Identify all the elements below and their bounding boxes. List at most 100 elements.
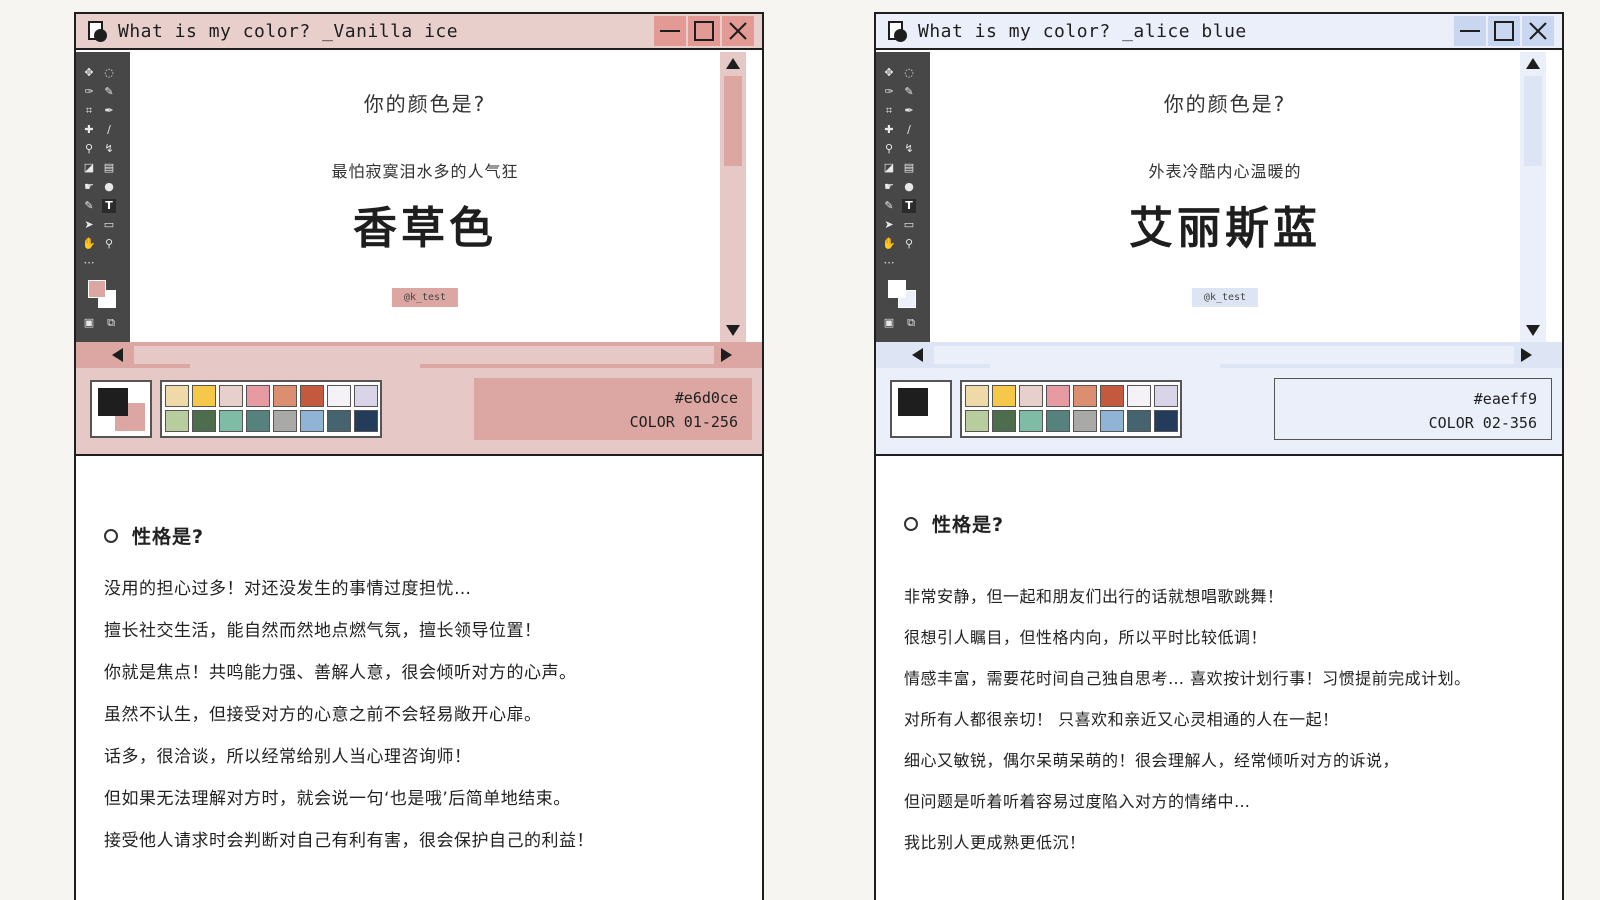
eyedropper-icon[interactable]: ✒ [102, 104, 116, 118]
palette-swatch[interactable] [1127, 385, 1151, 407]
palette-swatch[interactable] [192, 385, 216, 407]
history-brush-icon[interactable]: ↯ [102, 142, 116, 156]
gradient-icon[interactable]: ▤ [902, 161, 916, 175]
close-button[interactable] [722, 16, 754, 46]
pen-icon[interactable]: ✎ [82, 199, 96, 213]
palette-swatch[interactable] [1100, 410, 1124, 432]
palette-swatch[interactable] [165, 410, 189, 432]
maximize-button[interactable] [1488, 16, 1520, 46]
palette-swatch[interactable] [992, 385, 1016, 407]
minimize-button[interactable] [1454, 16, 1486, 46]
palette-swatch[interactable] [165, 385, 189, 407]
foreground-color-chip[interactable] [888, 280, 906, 298]
foreground-background-swatch[interactable] [90, 380, 152, 438]
scroll-left-arrow-icon[interactable] [912, 348, 923, 362]
title-bar[interactable]: What is my color? _alice blue [876, 14, 1562, 50]
zoom-icon[interactable]: ⚲ [902, 237, 916, 251]
palette-swatch[interactable] [273, 385, 297, 407]
foreground-color-chip[interactable] [88, 280, 106, 298]
palette-swatch[interactable] [246, 385, 270, 407]
dodge-icon[interactable]: ● [902, 180, 916, 194]
magic-wand-icon[interactable]: ✎ [102, 85, 116, 99]
scroll-down-arrow-icon[interactable] [726, 325, 740, 336]
palette-swatch[interactable] [354, 410, 378, 432]
gradient-icon[interactable]: ▤ [102, 161, 116, 175]
foreground-color-swatch[interactable] [98, 388, 128, 416]
move-icon[interactable]: ✥ [82, 66, 96, 80]
screen-mode-icon[interactable]: ⧉ [104, 316, 118, 330]
vertical-scrollbar[interactable] [720, 52, 746, 342]
palette-swatch[interactable] [246, 410, 270, 432]
palette-swatch[interactable] [219, 385, 243, 407]
title-bar[interactable]: What is my color? _Vanilla ice [76, 14, 762, 50]
horizontal-scroll-track[interactable] [934, 346, 1514, 368]
foreground-background-swatch[interactable] [890, 380, 952, 438]
rectangle-icon[interactable]: ▭ [102, 218, 116, 232]
history-brush-icon[interactable]: ↯ [902, 142, 916, 156]
path-select-icon[interactable]: ➤ [882, 218, 896, 232]
palette-swatch[interactable] [1073, 410, 1097, 432]
move-icon[interactable]: ✥ [882, 66, 896, 80]
minimize-button[interactable] [654, 16, 686, 46]
foreground-color-swatch[interactable] [898, 388, 928, 416]
eraser-icon[interactable]: ◪ [882, 161, 896, 175]
horizontal-scroll-thumb[interactable] [190, 348, 420, 368]
lasso-icon[interactable]: ◌ [102, 66, 116, 80]
vertical-scroll-thumb[interactable] [1524, 76, 1542, 166]
palette-swatch[interactable] [1046, 385, 1070, 407]
scroll-up-arrow-icon[interactable] [1526, 58, 1540, 69]
scroll-down-arrow-icon[interactable] [1526, 325, 1540, 336]
horizontal-scroll-track[interactable] [134, 346, 714, 368]
scroll-left-arrow-icon[interactable] [112, 348, 123, 362]
healing-icon[interactable]: ✚ [82, 123, 96, 137]
palette-swatch[interactable] [354, 385, 378, 407]
palette-swatch[interactable] [300, 385, 324, 407]
smudge-icon[interactable]: ☛ [882, 180, 896, 194]
healing-icon[interactable]: ✚ [882, 123, 896, 137]
vertical-scroll-thumb[interactable] [724, 76, 742, 166]
quick-select-icon[interactable]: ✑ [882, 85, 896, 99]
scroll-right-arrow-icon[interactable] [721, 348, 732, 362]
palette-swatch[interactable] [1100, 385, 1124, 407]
lasso-icon[interactable]: ◌ [902, 66, 916, 80]
palette-swatch[interactable] [1019, 410, 1043, 432]
hand-icon[interactable]: ✋ [882, 237, 896, 251]
magic-wand-icon[interactable]: ✎ [902, 85, 916, 99]
eyedropper-icon[interactable]: ✒ [902, 104, 916, 118]
text-icon[interactable]: T [902, 199, 916, 213]
palette-swatch[interactable] [1046, 410, 1070, 432]
eraser-icon[interactable]: ◪ [82, 161, 96, 175]
dodge-icon[interactable]: ● [102, 180, 116, 194]
palette-swatch[interactable] [1073, 385, 1097, 407]
quick-mask-icon[interactable]: ▣ [882, 316, 896, 330]
palette-swatch[interactable] [273, 410, 297, 432]
screen-mode-icon[interactable]: ⧉ [904, 316, 918, 330]
close-button[interactable] [1522, 16, 1554, 46]
palette-swatch[interactable] [1154, 410, 1178, 432]
palette-swatch[interactable] [327, 410, 351, 432]
vertical-scrollbar[interactable] [1520, 52, 1546, 342]
stamp-icon[interactable]: ⚲ [882, 142, 896, 156]
smudge-icon[interactable]: ☛ [82, 180, 96, 194]
zoom-icon[interactable]: ⚲ [102, 237, 116, 251]
horizontal-scroll-thumb[interactable] [990, 348, 1220, 368]
brush-icon[interactable]: ∕ [902, 123, 916, 137]
brush-icon[interactable]: ∕ [102, 123, 116, 137]
palette-swatch[interactable] [965, 385, 989, 407]
maximize-button[interactable] [688, 16, 720, 46]
crop-icon[interactable]: ⌗ [882, 104, 896, 118]
palette-swatch[interactable] [192, 410, 216, 432]
palette-swatch[interactable] [992, 410, 1016, 432]
rectangle-icon[interactable]: ▭ [902, 218, 916, 232]
horizontal-scrollbar[interactable] [876, 342, 1562, 368]
hand-icon[interactable]: ✋ [82, 237, 96, 251]
crop-icon[interactable]: ⌗ [82, 104, 96, 118]
more-icon[interactable]: ⋯ [82, 256, 96, 270]
text-icon[interactable]: T [102, 199, 116, 213]
scroll-right-arrow-icon[interactable] [1521, 348, 1532, 362]
horizontal-scrollbar[interactable] [76, 342, 762, 368]
stamp-icon[interactable]: ⚲ [82, 142, 96, 156]
palette-swatch[interactable] [1127, 410, 1151, 432]
quick-select-icon[interactable]: ✑ [82, 85, 96, 99]
scroll-up-arrow-icon[interactable] [726, 58, 740, 69]
